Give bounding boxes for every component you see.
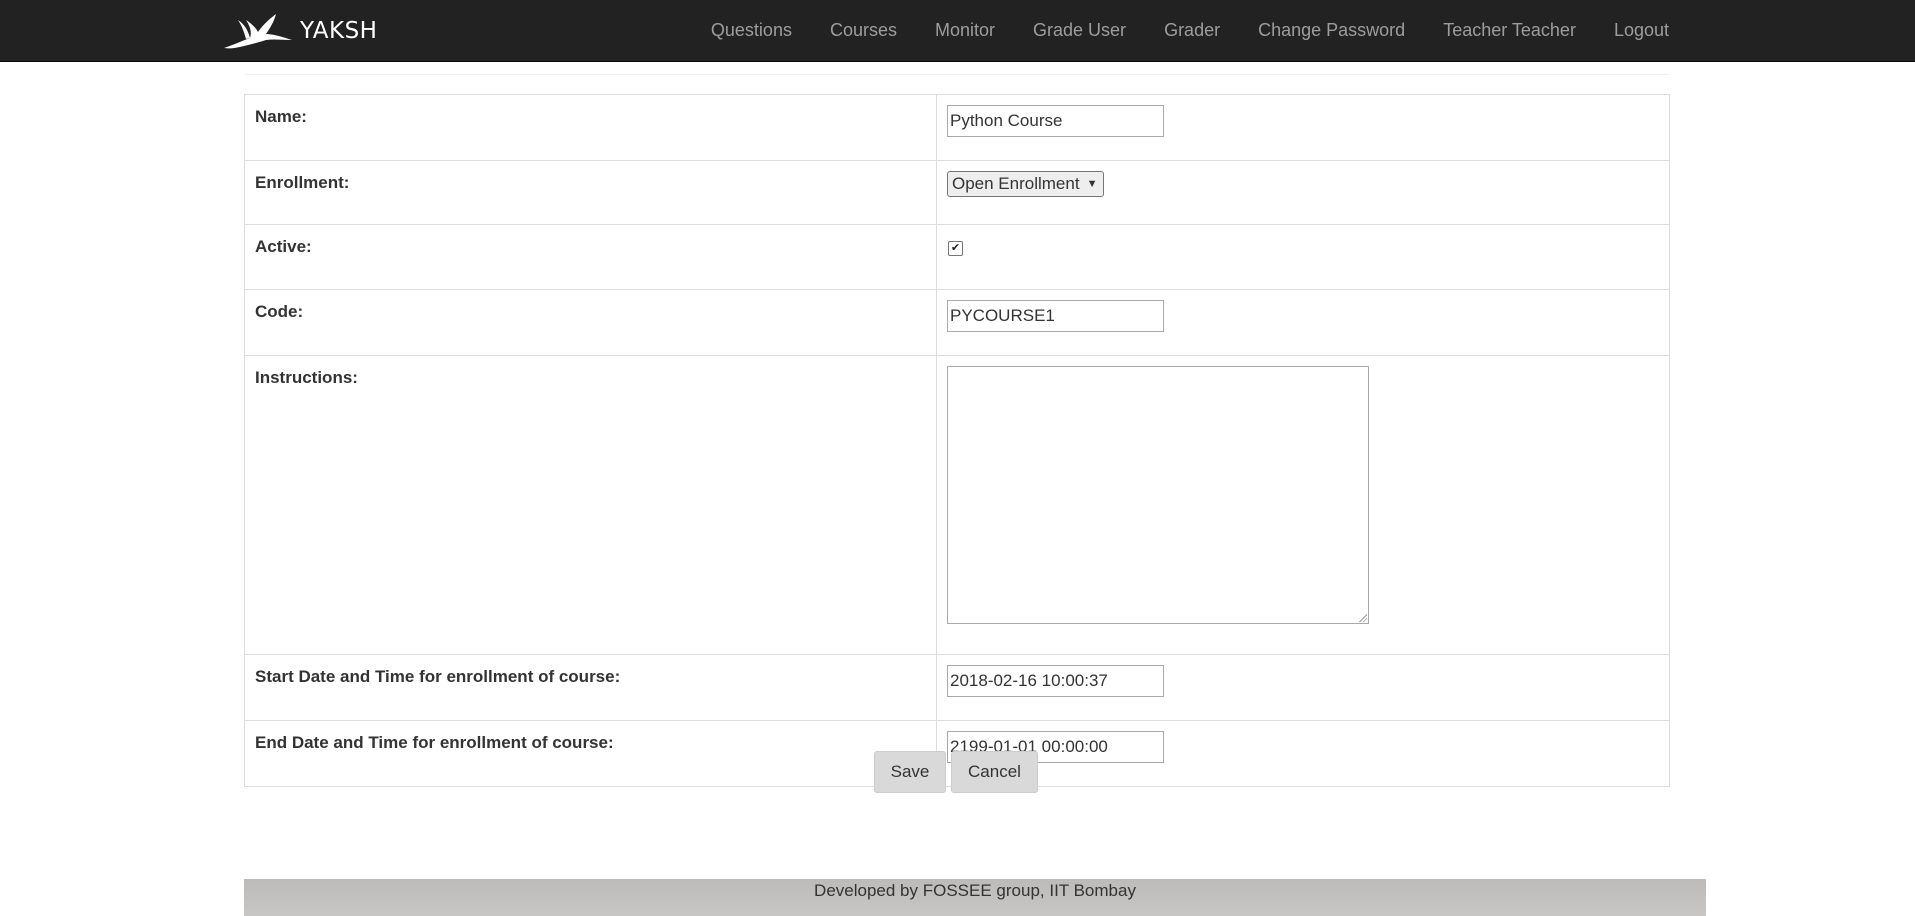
checkmark-icon: ✔ — [950, 242, 961, 254]
code-input[interactable] — [947, 300, 1164, 332]
form-row-start-date: Start Date and Time for enrollment of co… — [244, 654, 1670, 721]
save-button[interactable]: Save — [874, 751, 946, 793]
active-label: Active: — [244, 224, 937, 290]
start-date-input[interactable] — [947, 665, 1164, 697]
course-form-table: Name: Enrollment: Open Enrollment ▼ Acti… — [244, 94, 1670, 787]
resize-grip-icon[interactable] — [1359, 614, 1367, 622]
footer-text: Developed by FOSSEE group, IIT Bombay — [814, 881, 1136, 900]
nav-questions[interactable]: Questions — [711, 20, 792, 40]
active-checkbox[interactable]: ✔ — [948, 241, 963, 256]
nav-monitor[interactable]: Monitor — [935, 20, 995, 40]
nav-grader[interactable]: Grader — [1164, 20, 1220, 40]
form-row-enrollment: Enrollment: Open Enrollment ▼ — [244, 160, 1670, 225]
form-row-name: Name: — [244, 94, 1670, 161]
form-row-code: Code: — [244, 289, 1670, 356]
top-navbar: YAKSH Questions Courses Monitor Grade Us… — [0, 0, 1915, 62]
start-date-label: Start Date and Time for enrollment of co… — [244, 654, 937, 721]
form-row-active: Active: ✔ — [244, 224, 1670, 290]
form-row-instructions: Instructions: — [244, 355, 1670, 655]
nav-grade-user[interactable]: Grade User — [1033, 20, 1126, 40]
instructions-textarea[interactable] — [947, 366, 1369, 624]
enrollment-select[interactable]: Open Enrollment ▼ — [947, 171, 1105, 197]
cancel-button[interactable]: Cancel — [951, 751, 1038, 793]
content-divider — [245, 74, 1669, 75]
name-input[interactable] — [947, 105, 1164, 137]
brand-name: YAKSH — [300, 18, 378, 44]
nav-links: Questions Courses Monitor Grade User Gra… — [673, 0, 1669, 61]
page-footer: Developed by FOSSEE group, IIT Bombay — [244, 879, 1706, 916]
name-label: Name: — [244, 94, 937, 161]
instructions-label: Instructions: — [244, 355, 937, 655]
code-label: Code: — [244, 289, 937, 356]
dropdown-caret-icon: ▼ — [1086, 178, 1098, 190]
nav-user-profile[interactable]: Teacher Teacher — [1443, 20, 1576, 40]
end-date-label: End Date and Time for enrollment of cour… — [244, 720, 937, 787]
nav-logout[interactable]: Logout — [1614, 20, 1669, 40]
enrollment-label: Enrollment: — [244, 160, 937, 225]
enrollment-selected-value: Open Enrollment — [952, 174, 1080, 193]
brand-link[interactable]: YAKSH — [222, 10, 377, 52]
crane-bird-logo-icon — [224, 14, 292, 49]
nav-courses[interactable]: Courses — [830, 20, 897, 40]
nav-change-password[interactable]: Change Password — [1258, 20, 1405, 40]
